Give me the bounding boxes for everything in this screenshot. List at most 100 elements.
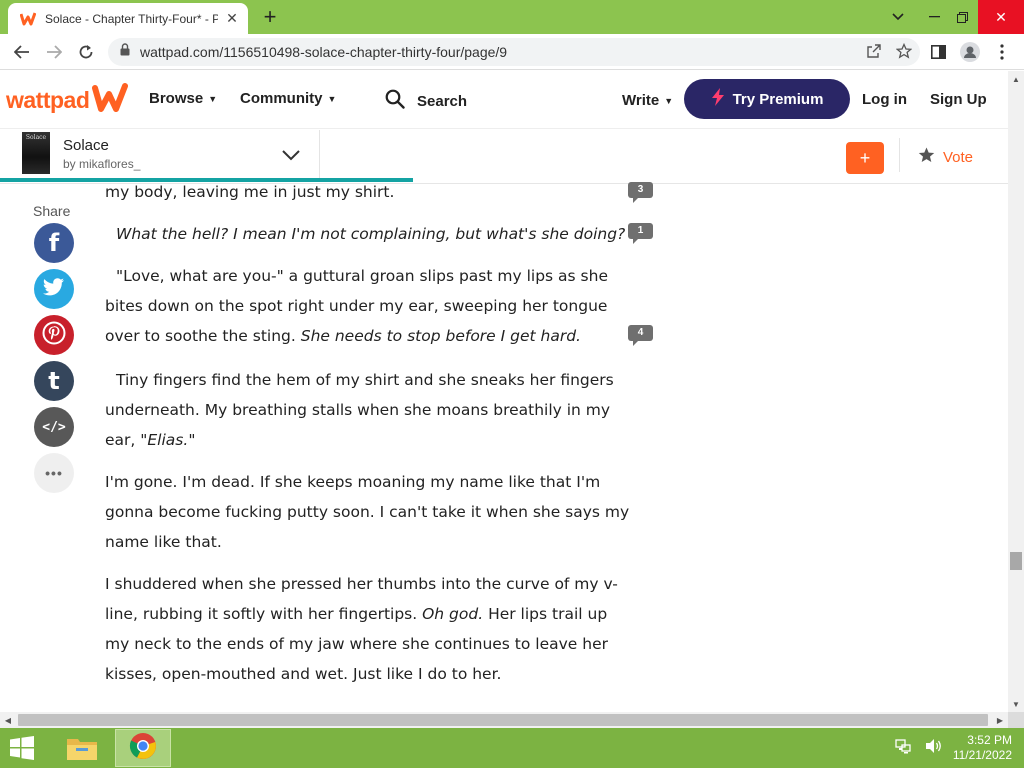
paragraph: I'm gone. I'm dead. If she keeps moaning… bbox=[105, 473, 630, 551]
volume-icon[interactable] bbox=[925, 738, 943, 759]
italic-text: What the hell? I mean I'm not complainin… bbox=[116, 225, 626, 243]
profile-avatar-icon[interactable] bbox=[958, 40, 982, 64]
lightning-bolt-icon bbox=[711, 88, 725, 110]
horizontal-scroll-thumb[interactable] bbox=[18, 714, 988, 726]
signup-link[interactable]: Sign Up bbox=[930, 91, 987, 108]
add-to-library-button[interactable]: + bbox=[846, 142, 884, 174]
paragraph: my body, leaving me in just my shirt. bbox=[105, 184, 395, 201]
inline-comment-button[interactable]: 1 bbox=[628, 223, 653, 244]
write-menu[interactable]: Write ▼ bbox=[622, 92, 673, 109]
tab-search-chevron-icon[interactable] bbox=[880, 0, 916, 34]
address-bar: wattpad.com/1156510498-solace-chapter-th… bbox=[0, 34, 1024, 70]
share-embed-button[interactable]: </> bbox=[34, 407, 74, 447]
lock-icon[interactable] bbox=[120, 43, 130, 61]
paragraph: What the hell? I mean I'm not complainin… bbox=[105, 219, 630, 249]
search-button[interactable]: Search bbox=[385, 89, 467, 114]
url-text: wattpad.com/1156510498-solace-chapter-th… bbox=[140, 44, 508, 60]
story-cover[interactable]: Solace bbox=[22, 132, 50, 174]
browser-tab-bar: Solace - Chapter Thirty-Four* - P ✕ + ✕ bbox=[0, 0, 1024, 34]
vertical-scrollbar[interactable] bbox=[1008, 71, 1024, 712]
chapter-list-chevron-icon[interactable] bbox=[280, 144, 302, 166]
paragraph: I shuddered when she pressed her thumbs … bbox=[105, 569, 630, 689]
vertical-scroll-thumb[interactable] bbox=[1010, 552, 1022, 570]
scroll-down-arrow-icon[interactable]: ▼ bbox=[1008, 696, 1024, 712]
story-title[interactable]: Solace bbox=[63, 137, 109, 154]
chrome-icon bbox=[129, 732, 157, 765]
new-tab-button[interactable]: + bbox=[258, 6, 282, 30]
restore-icon[interactable] bbox=[944, 0, 980, 34]
tumblr-icon: t bbox=[48, 367, 60, 395]
story-info-bar: Solace Solace by mikaflores_ + Vote bbox=[0, 130, 1008, 184]
share-facebook-button[interactable]: f bbox=[34, 223, 74, 263]
premium-label: Try Premium bbox=[732, 90, 824, 108]
community-label: Community bbox=[240, 90, 323, 107]
browse-menu[interactable]: Browse ▼ bbox=[149, 90, 217, 107]
browser-tab[interactable]: Solace - Chapter Thirty-Four* - P ✕ bbox=[8, 3, 248, 34]
window-close-icon[interactable]: ✕ bbox=[978, 0, 1024, 34]
scroll-up-arrow-icon[interactable]: ▲ bbox=[1008, 71, 1024, 87]
italic-text: She needs to stop before I get hard. bbox=[300, 327, 581, 345]
facebook-icon: f bbox=[48, 229, 60, 257]
back-arrow-icon[interactable] bbox=[10, 40, 34, 64]
embed-code-icon: </> bbox=[42, 419, 66, 435]
system-tray bbox=[895, 738, 943, 759]
file-explorer-icon[interactable] bbox=[60, 730, 104, 766]
community-menu[interactable]: Community ▼ bbox=[240, 90, 336, 107]
clock-date: 11/21/2022 bbox=[952, 748, 1012, 762]
story-text: my body, leaving me in just my shirt. Wh… bbox=[105, 184, 630, 712]
url-field[interactable]: wattpad.com/1156510498-solace-chapter-th… bbox=[108, 38, 920, 66]
comment-bubble-icon bbox=[633, 238, 639, 244]
clock-time: 3:52 PM bbox=[967, 733, 1012, 747]
browser-menu-icon[interactable] bbox=[990, 40, 1014, 64]
search-icon bbox=[385, 89, 405, 114]
paragraph: Tiny fingers find the hem of my shirt an… bbox=[105, 365, 630, 455]
divider bbox=[319, 130, 320, 178]
caret-down-icon: ▼ bbox=[208, 93, 218, 104]
forward-arrow-icon[interactable] bbox=[42, 40, 66, 64]
windows-start-icon[interactable] bbox=[8, 736, 38, 760]
write-label: Write bbox=[622, 92, 660, 109]
paragraph: "Love, what are you-" a guttural groan s… bbox=[105, 261, 630, 351]
inline-comment-button[interactable]: 3 bbox=[628, 182, 653, 203]
comment-count: 3 bbox=[628, 182, 653, 198]
inline-comment-button[interactable]: 4 bbox=[628, 325, 653, 346]
bookmark-star-icon[interactable] bbox=[895, 42, 913, 64]
reading-progress-bar bbox=[0, 178, 1008, 182]
chrome-taskbar-button[interactable] bbox=[115, 729, 171, 767]
comment-bubble-icon bbox=[633, 197, 639, 203]
tab-title: Solace - Chapter Thirty-Four* - P bbox=[45, 11, 218, 26]
reload-icon[interactable] bbox=[74, 40, 98, 64]
comment-count: 4 bbox=[628, 325, 653, 341]
star-icon bbox=[918, 147, 935, 168]
login-link[interactable]: Log in bbox=[862, 91, 907, 108]
share-more-button[interactable]: ••• bbox=[34, 453, 74, 493]
site-header: wattpad Browse ▼ Community ▼ Search Writ… bbox=[0, 71, 1008, 129]
vote-label: Vote bbox=[943, 149, 974, 166]
share-pinterest-button[interactable] bbox=[34, 315, 74, 355]
text-run: " bbox=[188, 431, 196, 449]
more-dots-icon: ••• bbox=[45, 465, 63, 481]
scrollbar-corner bbox=[1008, 712, 1024, 728]
share-twitter-button[interactable] bbox=[34, 269, 74, 309]
vote-button[interactable]: Vote bbox=[918, 147, 973, 168]
story-author[interactable]: by mikaflores_ bbox=[63, 157, 140, 171]
network-icon[interactable] bbox=[895, 738, 911, 759]
share-tumblr-button[interactable]: t bbox=[34, 361, 74, 401]
cover-title: Solace bbox=[25, 134, 47, 141]
scroll-right-arrow-icon[interactable]: ▶ bbox=[992, 712, 1008, 728]
italic-text: Oh god. bbox=[422, 605, 484, 623]
search-label: Search bbox=[417, 93, 468, 110]
logo-wordmark: wattpad bbox=[6, 87, 90, 113]
try-premium-button[interactable]: Try Premium bbox=[684, 79, 850, 119]
side-panel-icon[interactable] bbox=[926, 40, 950, 64]
taskbar-clock[interactable]: 3:52 PM 11/21/2022 bbox=[953, 733, 1012, 763]
tab-close-icon[interactable]: ✕ bbox=[224, 10, 240, 27]
wattpad-logo[interactable]: wattpad bbox=[6, 83, 129, 118]
divider bbox=[899, 138, 900, 172]
scroll-left-arrow-icon[interactable]: ◀ bbox=[0, 712, 16, 728]
wattpad-favicon-icon bbox=[20, 11, 36, 27]
italic-text: Elias. bbox=[147, 431, 189, 449]
reading-progress-fill bbox=[0, 178, 414, 182]
share-page-icon[interactable] bbox=[866, 43, 882, 64]
caret-down-icon: ▼ bbox=[327, 93, 337, 104]
